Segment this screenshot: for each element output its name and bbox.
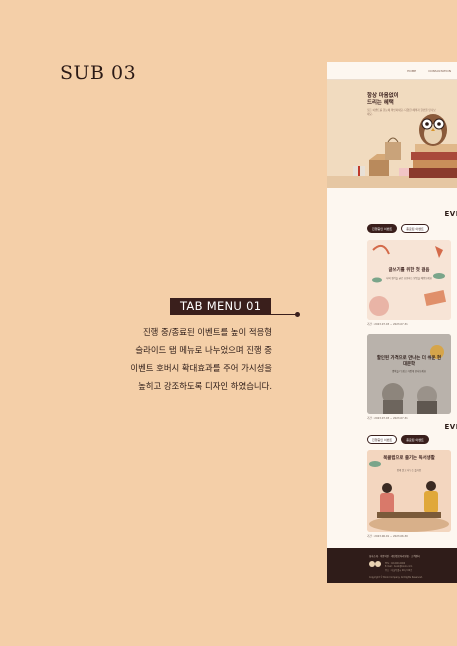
hero-banner: 항상 마음없이 드리는 혜택 모든 이벤트를 한눈에 확인하세요. 다양한 혜택… [327, 80, 457, 188]
event-section-heading: EVE [444, 210, 457, 218]
description-line: 이벤트 호버시 확대효과를 주어 가시성을 [130, 363, 272, 373]
site-nav: HOME CONSULTATION [327, 62, 457, 80]
badge-underline [170, 314, 298, 315]
tab-ongoing-events[interactable]: 진행중인 이벤트 [367, 435, 398, 444]
card-period: 기간 : 2023.07.03 ~ 2023.07.31 [367, 417, 408, 420]
nav-item-consultation[interactable]: CONSULTATION [428, 69, 451, 73]
card-body: 나의 생각을 글로 표현하는 방법을 배워보세요 [386, 277, 432, 280]
website-mockup: HOME CONSULTATION 항상 마음없이 드리는 혜택 모든 이벤트를… [327, 62, 457, 583]
event-card[interactable]: 북클럽으로 즐기는 독서생활 함께 읽고 나누는 즐거움 [367, 450, 451, 532]
event-card[interactable]: 할인된 가격으로 만나는 더 쉬운 현대문학 명작을 더 쉽고 가깝게 만나보세… [367, 334, 451, 414]
nav-item-home[interactable]: HOME [407, 69, 416, 73]
owl-logo-icon [369, 561, 381, 567]
event-card[interactable]: 글쓰기를 위한 첫 걸음 나의 생각을 글로 표현하는 방법을 배워보세요 [367, 240, 451, 320]
card-period: 기간 : 2023.06.01 ~ 2023.06.30 [367, 535, 408, 538]
tab-ended-events[interactable]: 종료된 이벤트 [401, 435, 429, 444]
badge-dot [295, 312, 300, 317]
footer-links[interactable]: 회사소개 · 이용약관 · 개인정보처리방침 · 고객센터 [369, 554, 420, 558]
event-tabs: 진행중인 이벤트 종료된 이벤트 [367, 435, 429, 444]
description: 진행 중/종료된 이벤트를 높이 적응형 슬라이드 탭 메뉴로 나누었으며 진행… [72, 323, 272, 395]
card-body: 명작을 더 쉽고 가깝게 만나보세요 [392, 370, 426, 373]
footer-copyright: Copyright © Book Company. All Rights Res… [369, 576, 423, 579]
card-title: 할인된 가격으로 만나는 더 쉬운 현대문학 [376, 356, 442, 367]
tab-ended-events[interactable]: 종료된 이벤트 [401, 224, 429, 233]
description-line: 슬라이드 탭 메뉴로 나누었으며 진행 중 [135, 345, 272, 355]
card-title: 북클럽으로 즐기는 독서생활 [383, 456, 435, 461]
page-title: SUB 03 [60, 62, 137, 84]
card-illustration [367, 334, 451, 414]
card-period: 기간 : 2023.07.03 ~ 2023.07.31 [367, 323, 408, 326]
event-tabs: 진행중인 이벤트 종료된 이벤트 [367, 224, 429, 233]
description-line: 높히고 강조하도록 디자인 하였습니다. [138, 381, 272, 391]
site-footer: 회사소개 · 이용약관 · 개인정보처리방침 · 고객센터 TEL : 02-0… [327, 548, 457, 583]
card-illustration [367, 450, 451, 532]
footer-info-line: 주소 : 서울특별시 00구 00로 [385, 568, 413, 572]
hero-title: 항상 마음없이 드리는 혜택 [367, 93, 399, 107]
event-section-heading: EVE [444, 423, 457, 431]
hero-title-line: 항상 마음없이 [367, 93, 399, 99]
description-line: 진행 중/종료된 이벤트를 높이 적응형 [142, 327, 272, 337]
tab-ongoing-events[interactable]: 진행중인 이벤트 [367, 224, 398, 233]
hero-title-line: 드리는 혜택 [367, 100, 394, 106]
tab-menu-badge: TAB MENU 01 [170, 298, 272, 315]
hero-subtitle: 모든 이벤트를 한눈에 확인하세요. 다양한 혜택과 할인을 만나보세요. [367, 109, 436, 116]
card-title: 글쓰기를 위한 첫 걸음 [388, 268, 430, 273]
card-body: 함께 읽고 나누는 즐거움 [396, 469, 422, 472]
footer-info: TEL : 02-000-0000 E-mail : book@book.com… [385, 562, 412, 572]
